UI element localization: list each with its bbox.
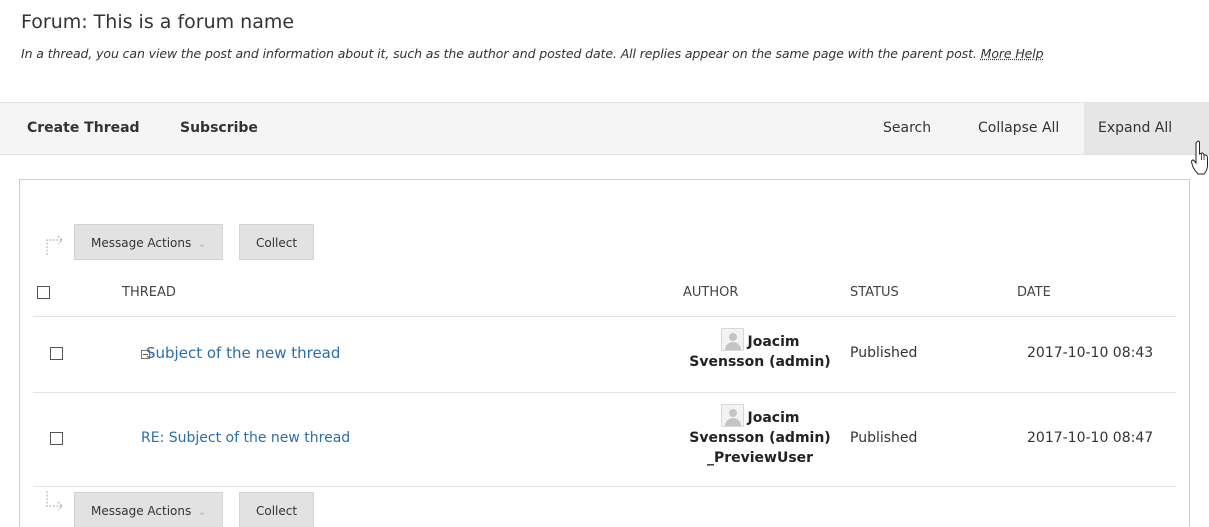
collapse-all-button[interactable]: Collapse All <box>978 103 1059 154</box>
chevron-down-icon: ⌄ <box>197 505 207 518</box>
message-actions-label: Message Actions <box>91 236 192 250</box>
message-actions-button-top[interactable]: Message Actions ⌄ <box>74 224 224 260</box>
status-column-header[interactable]: STATUS <box>850 285 899 300</box>
author-name-line1: Joacim <box>747 334 800 350</box>
author-column-header[interactable]: AUTHOR <box>683 285 738 300</box>
thread-link[interactable]: Subject of the new thread <box>146 344 340 362</box>
more-help-link[interactable]: More Help <box>981 46 1044 61</box>
date-cell: 2017-10-10 08:47 <box>1027 430 1154 446</box>
row-divider <box>33 392 1176 393</box>
status-cell: Published <box>850 430 918 446</box>
page-title: Forum: This is a forum name <box>21 11 295 33</box>
chevron-down-icon: ⌄ <box>197 237 207 250</box>
row-checkbox[interactable] <box>50 347 63 360</box>
create-thread-button[interactable]: Create Thread <box>27 103 140 154</box>
thread-column-header[interactable]: THREAD <box>122 285 176 300</box>
date-cell: 2017-10-10 08:43 <box>1027 345 1154 361</box>
thread-link[interactable]: RE: Subject of the new thread <box>141 430 350 446</box>
author-name-line1: Joacim <box>747 410 800 426</box>
author-cell: Joacim Svensson (admin) <box>675 328 845 372</box>
page-description: In a thread, you can view the post and i… <box>21 46 1044 61</box>
avatar-icon <box>720 328 744 351</box>
date-column-header[interactable]: DATE <box>1017 285 1051 300</box>
description-text: In a thread, you can view the post and i… <box>21 46 977 61</box>
message-actions-label: Message Actions <box>91 504 192 518</box>
row-divider <box>33 316 1176 317</box>
collect-button-bottom[interactable]: Collect <box>239 492 315 527</box>
author-cell: Joacim Svensson (admin) _PreviewUser <box>675 404 845 468</box>
search-button[interactable]: Search <box>883 103 931 154</box>
status-cell: Published <box>850 345 918 361</box>
message-actions-button-bottom[interactable]: Message Actions ⌄ <box>74 492 224 527</box>
author-name-line2: Svensson (admin) <box>689 354 831 370</box>
collect-button-top[interactable]: Collect <box>239 224 315 260</box>
bulk-action-arrow-icon <box>46 491 63 511</box>
avatar-icon <box>720 404 744 427</box>
subscribe-button[interactable]: Subscribe <box>180 103 258 154</box>
hand-cursor-icon <box>1190 140 1208 175</box>
author-name-line3: _PreviewUser <box>706 450 814 466</box>
action-toolbar: Create Thread Subscribe Search Collapse … <box>0 102 1209 155</box>
bulk-action-arrow-icon <box>46 235 63 255</box>
author-name-line2: Svensson (admin) <box>689 430 831 446</box>
row-checkbox[interactable] <box>50 432 63 445</box>
select-all-checkbox[interactable] <box>37 286 50 299</box>
row-divider <box>33 486 1176 487</box>
